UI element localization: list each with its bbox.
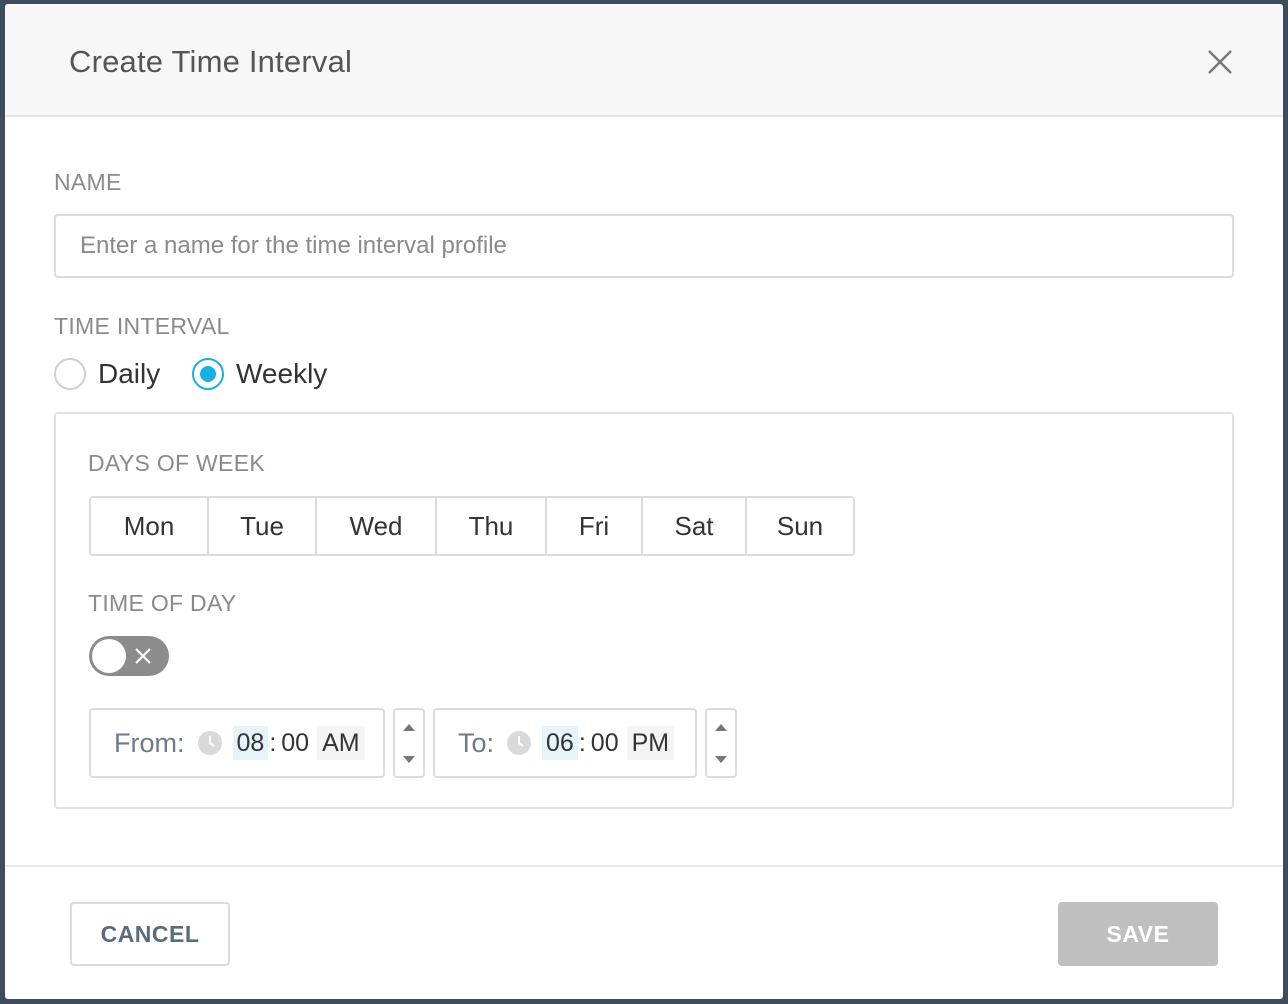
from-decrement-button[interactable] — [395, 743, 423, 776]
weekly-radio[interactable]: Weekly — [192, 356, 327, 392]
time-interval-label: TIME INTERVAL — [54, 313, 230, 339]
day-button-sat[interactable]: Sat — [643, 498, 747, 554]
clock-icon — [507, 731, 532, 755]
daily-radio-circle[interactable] — [54, 358, 86, 390]
cancel-button[interactable]: CANCEL — [70, 902, 230, 966]
dialog-title: Create Time Interval — [69, 44, 353, 79]
weekly-settings-panel: DAYS OF WEEK Mon Tue Wed Thu Fri Sat Sun… — [54, 412, 1234, 809]
days-of-week-label: DAYS OF WEEK — [88, 450, 265, 476]
to-time-stepper — [705, 708, 737, 778]
close-icon — [135, 648, 151, 664]
time-separator: : — [269, 728, 277, 757]
triangle-down-icon — [403, 756, 415, 763]
days-of-week-selector: Mon Tue Wed Thu Fri Sat Sun — [89, 496, 855, 556]
day-button-wed[interactable]: Wed — [317, 498, 437, 554]
save-button[interactable]: SAVE — [1058, 902, 1218, 966]
from-label: From: — [114, 727, 185, 758]
dialog-header: Create Time Interval — [5, 4, 1283, 117]
day-button-mon[interactable]: Mon — [91, 498, 209, 554]
from-ampm-field[interactable]: AM — [317, 726, 365, 760]
daily-radio[interactable]: Daily — [54, 356, 160, 392]
toggle-knob — [92, 639, 126, 673]
from-minute-field[interactable]: 00 — [277, 726, 313, 760]
dialog-footer: CANCEL SAVE — [5, 865, 1283, 999]
weekly-radio-label: Weekly — [236, 358, 328, 389]
close-icon — [1208, 50, 1232, 74]
to-ampm-field[interactable]: PM — [626, 726, 675, 760]
from-increment-button[interactable] — [395, 710, 423, 743]
triangle-up-icon — [715, 724, 727, 731]
from-hour-field[interactable]: 08 — [232, 726, 269, 760]
to-label: To: — [458, 727, 495, 758]
triangle-up-icon — [403, 724, 415, 731]
time-of-day-toggle[interactable] — [89, 636, 169, 676]
time-separator: : — [578, 728, 586, 757]
triangle-down-icon — [715, 756, 727, 763]
to-increment-button[interactable] — [707, 710, 735, 743]
day-button-fri[interactable]: Fri — [547, 498, 643, 554]
name-label: NAME — [54, 169, 122, 195]
to-decrement-button[interactable] — [707, 743, 735, 776]
create-time-interval-dialog: Create Time Interval NAME TIME INTERVAL … — [5, 4, 1283, 999]
daily-radio-label: Daily — [98, 358, 161, 389]
clock-icon — [197, 731, 222, 755]
day-button-thu[interactable]: Thu — [437, 498, 547, 554]
from-time-input[interactable]: From: 08 : 00 AM — [89, 708, 385, 778]
close-button[interactable] — [1204, 46, 1236, 78]
to-time-input[interactable]: To: 06 : 00 PM — [433, 708, 697, 778]
from-time-stepper — [393, 708, 425, 778]
name-input[interactable] — [54, 214, 1234, 278]
weekly-radio-circle[interactable] — [192, 358, 224, 390]
day-button-tue[interactable]: Tue — [209, 498, 317, 554]
day-button-sun[interactable]: Sun — [747, 498, 853, 554]
to-minute-field[interactable]: 00 — [587, 726, 623, 760]
to-hour-field[interactable]: 06 — [542, 726, 578, 760]
time-of-day-label: TIME OF DAY — [88, 590, 237, 616]
